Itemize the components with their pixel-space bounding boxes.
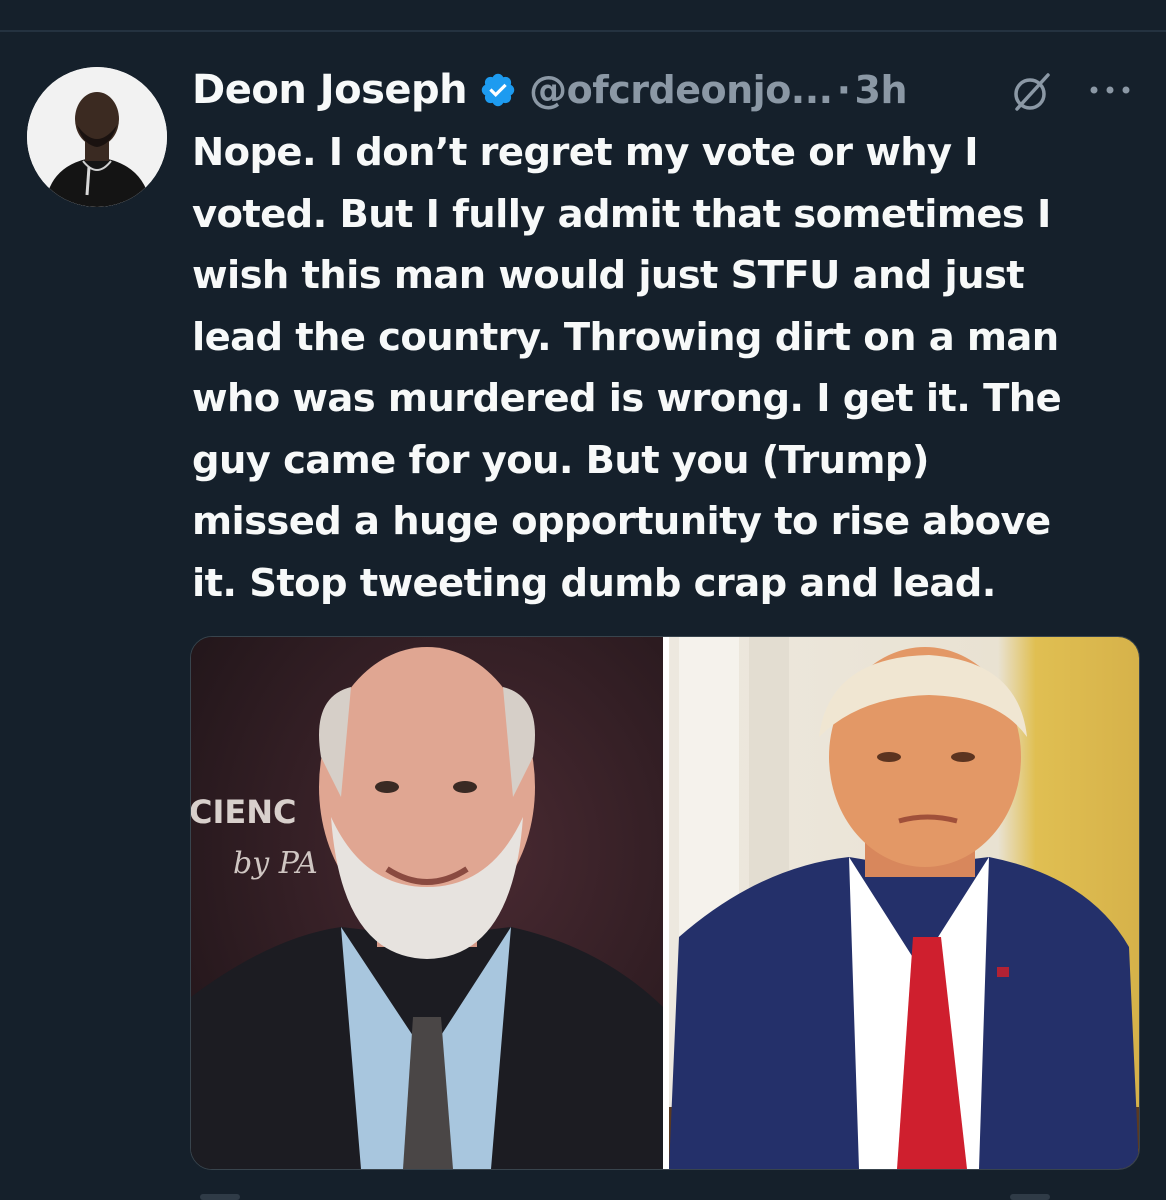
separator-dot: · (836, 68, 851, 112)
action-bar-partial (0, 1188, 1166, 1200)
reply-icon[interactable] (200, 1194, 240, 1200)
more-icon[interactable] (1086, 78, 1134, 102)
tweet-header: Deon Joseph @ofcrdeonjo... · 3h (192, 62, 908, 118)
verified-badge-icon (481, 73, 515, 107)
author-handle[interactable]: @ofcrdeonjo... (529, 68, 833, 112)
author-name[interactable]: Deon Joseph (192, 67, 468, 113)
tweet-time[interactable]: 3h (855, 68, 908, 112)
tweet-media[interactable]: CIENC by PA (190, 636, 1140, 1170)
share-icon[interactable] (1010, 1194, 1050, 1200)
backdrop-sign-line1: CIENC (191, 793, 297, 831)
backdrop-sign-line2: by PA (233, 846, 318, 881)
avatar[interactable] (27, 67, 167, 207)
tweet[interactable]: Deon Joseph @ofcrdeonjo... · 3h Nope. I … (0, 0, 1166, 1200)
tweet-text: Nope. I don’t regret my vote or why I vo… (192, 130, 1062, 606)
media-photo-right[interactable] (669, 637, 1139, 1169)
grok-icon[interactable] (1010, 70, 1054, 114)
media-photo-left[interactable]: CIENC by PA (191, 637, 663, 1169)
